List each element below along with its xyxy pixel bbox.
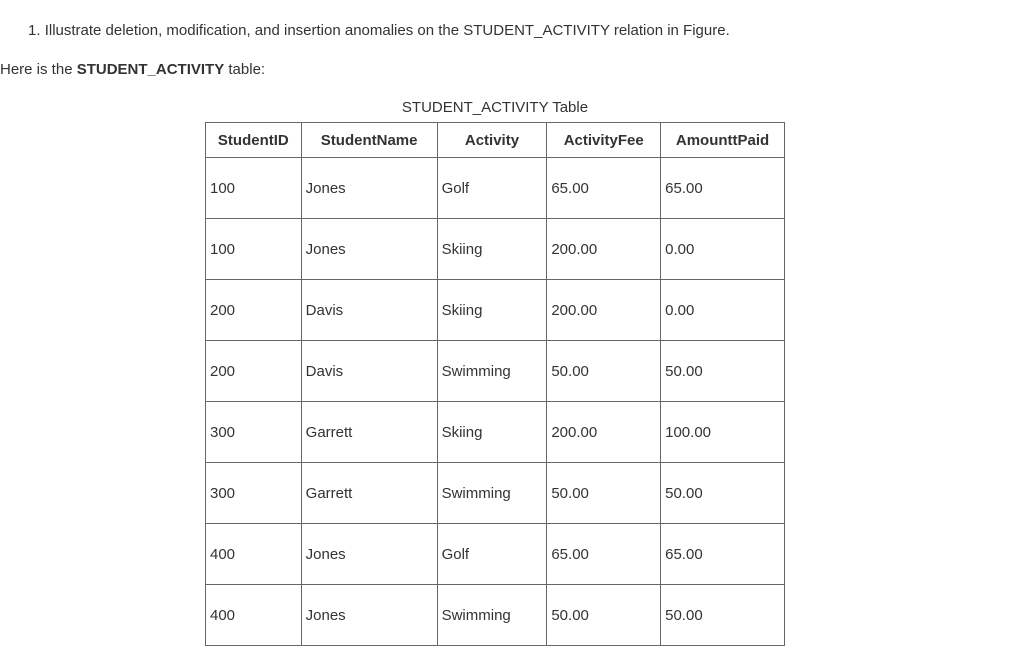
cell-paid: 100.00	[661, 402, 785, 463]
col-header-studentid: StudentID	[206, 123, 302, 158]
cell-fee: 50.00	[547, 463, 661, 524]
cell-name: Jones	[301, 158, 437, 219]
cell-id: 200	[206, 341, 302, 402]
question-line: 1. Illustrate deletion, modification, an…	[18, 20, 1024, 43]
intro-suffix: table:	[224, 61, 265, 78]
col-header-activityfee: ActivityFee	[547, 123, 661, 158]
cell-act: Golf	[437, 524, 547, 585]
cell-paid: 50.00	[661, 585, 785, 646]
table-row: 300GarrettSwimming50.0050.00	[206, 463, 785, 524]
cell-id: 400	[206, 585, 302, 646]
cell-name: Jones	[301, 524, 437, 585]
cell-id: 100	[206, 219, 302, 280]
table-row: 100JonesGolf65.0065.00	[206, 158, 785, 219]
table-row: 300GarrettSkiing200.00100.00	[206, 402, 785, 463]
cell-name: Jones	[301, 585, 437, 646]
cell-name: Davis	[301, 341, 437, 402]
cell-id: 300	[206, 402, 302, 463]
cell-fee: 65.00	[547, 524, 661, 585]
cell-act: Skiing	[437, 219, 547, 280]
cell-paid: 0.00	[661, 280, 785, 341]
intro-line: Here is the STUDENT_ACTIVITY table:	[0, 59, 1024, 82]
cell-fee: 65.00	[547, 158, 661, 219]
cell-paid: 50.00	[661, 463, 785, 524]
cell-paid: 65.00	[661, 524, 785, 585]
cell-act: Swimming	[437, 341, 547, 402]
cell-fee: 200.00	[547, 219, 661, 280]
cell-paid: 50.00	[661, 341, 785, 402]
col-header-amountpaid: AmounttPaid	[661, 123, 785, 158]
table-row: 400JonesGolf65.0065.00	[206, 524, 785, 585]
cell-paid: 65.00	[661, 158, 785, 219]
cell-fee: 50.00	[547, 585, 661, 646]
table-header-row: StudentID StudentName Activity ActivityF…	[206, 123, 785, 158]
question-text: Illustrate deletion, modification, and i…	[45, 22, 730, 39]
cell-fee: 50.00	[547, 341, 661, 402]
cell-id: 100	[206, 158, 302, 219]
student-activity-table: StudentID StudentName Activity ActivityF…	[205, 122, 785, 646]
intro-bold: STUDENT_ACTIVITY	[77, 61, 225, 78]
cell-act: Skiing	[437, 280, 547, 341]
cell-fee: 200.00	[547, 280, 661, 341]
cell-act: Golf	[437, 158, 547, 219]
cell-name: Jones	[301, 219, 437, 280]
col-header-activity: Activity	[437, 123, 547, 158]
table-row: 200DavisSwimming50.0050.00	[206, 341, 785, 402]
table-row: 400JonesSwimming50.0050.00	[206, 585, 785, 646]
table-title: STUDENT_ACTIVITY Table	[205, 99, 785, 116]
table-row: 200DavisSkiing200.000.00	[206, 280, 785, 341]
cell-fee: 200.00	[547, 402, 661, 463]
cell-name: Garrett	[301, 402, 437, 463]
cell-name: Davis	[301, 280, 437, 341]
cell-paid: 0.00	[661, 219, 785, 280]
cell-id: 400	[206, 524, 302, 585]
cell-act: Swimming	[437, 585, 547, 646]
question-number: 1.	[28, 22, 41, 39]
cell-act: Skiing	[437, 402, 547, 463]
cell-id: 200	[206, 280, 302, 341]
cell-act: Swimming	[437, 463, 547, 524]
cell-name: Garrett	[301, 463, 437, 524]
intro-prefix: Here is the	[0, 61, 77, 78]
col-header-studentname: StudentName	[301, 123, 437, 158]
table-row: 100JonesSkiing200.000.00	[206, 219, 785, 280]
cell-id: 300	[206, 463, 302, 524]
